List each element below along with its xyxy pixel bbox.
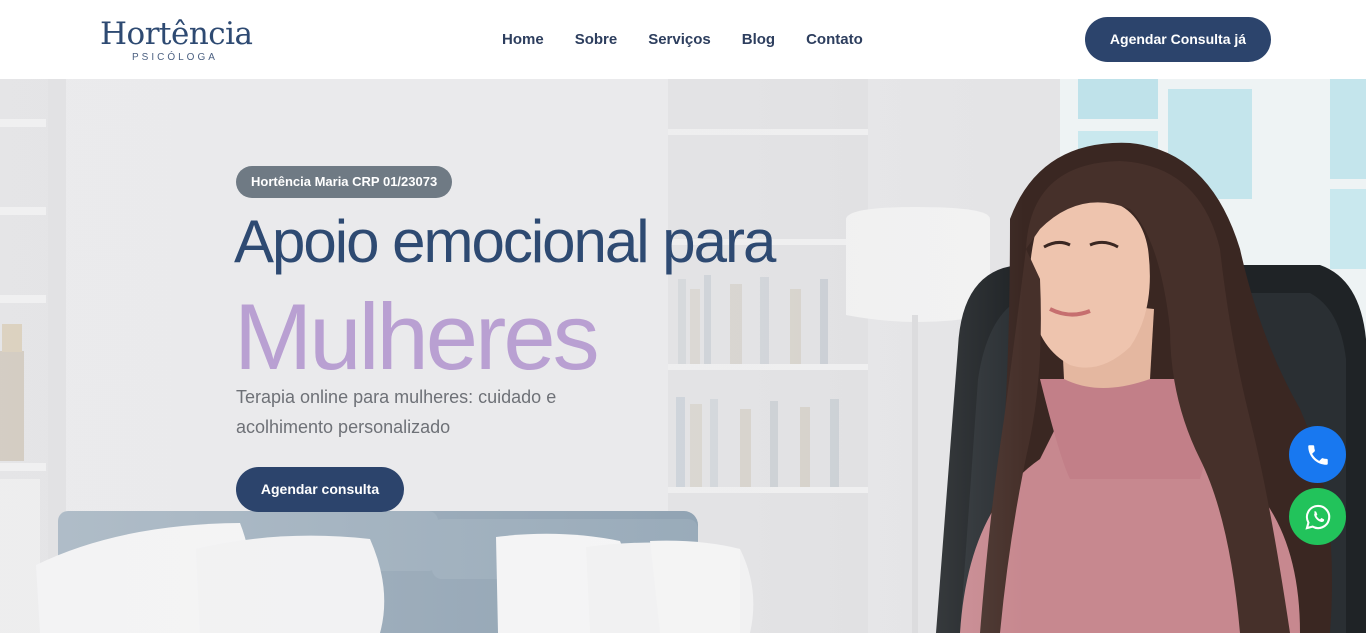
hero-section: Hortência Maria CRP 01/23073 Apoio emoci… bbox=[0, 79, 1366, 633]
nav-sobre[interactable]: Sobre bbox=[575, 30, 618, 50]
logo-name: Hortência bbox=[100, 16, 253, 52]
whatsapp-icon bbox=[1304, 504, 1330, 530]
logo-subtitle: PSICÓLOGA bbox=[132, 52, 218, 63]
phone-fab-button[interactable] bbox=[1289, 426, 1346, 483]
whatsapp-fab-button[interactable] bbox=[1289, 488, 1346, 545]
hero-subtitle: Terapia online para mulheres: cuidado e … bbox=[236, 387, 557, 437]
nav-contato[interactable]: Contato bbox=[806, 30, 863, 50]
schedule-header-button[interactable]: Agendar Consulta já bbox=[1085, 17, 1271, 62]
nav-servicos[interactable]: Serviços bbox=[648, 30, 711, 50]
credential-badge: Hortência Maria CRP 01/23073 bbox=[236, 166, 453, 198]
hero-title-line1: Apoio emocional para bbox=[234, 208, 776, 275]
site-header: Hortência PSICÓLOGA Home Sobre Serviços … bbox=[0, 0, 1366, 79]
phone-icon bbox=[1307, 444, 1328, 465]
nav-blog[interactable]: Blog bbox=[742, 30, 775, 50]
nav-home[interactable]: Home bbox=[502, 30, 544, 50]
main-nav: Home Sobre Serviços Blog Contato bbox=[502, 30, 863, 50]
hero-title-line2: Mulheres bbox=[234, 284, 600, 389]
logo[interactable]: Hortência PSICÓLOGA bbox=[100, 16, 253, 66]
hero-overlay bbox=[0, 79, 1366, 633]
schedule-hero-button[interactable]: Agendar consulta bbox=[236, 467, 404, 512]
